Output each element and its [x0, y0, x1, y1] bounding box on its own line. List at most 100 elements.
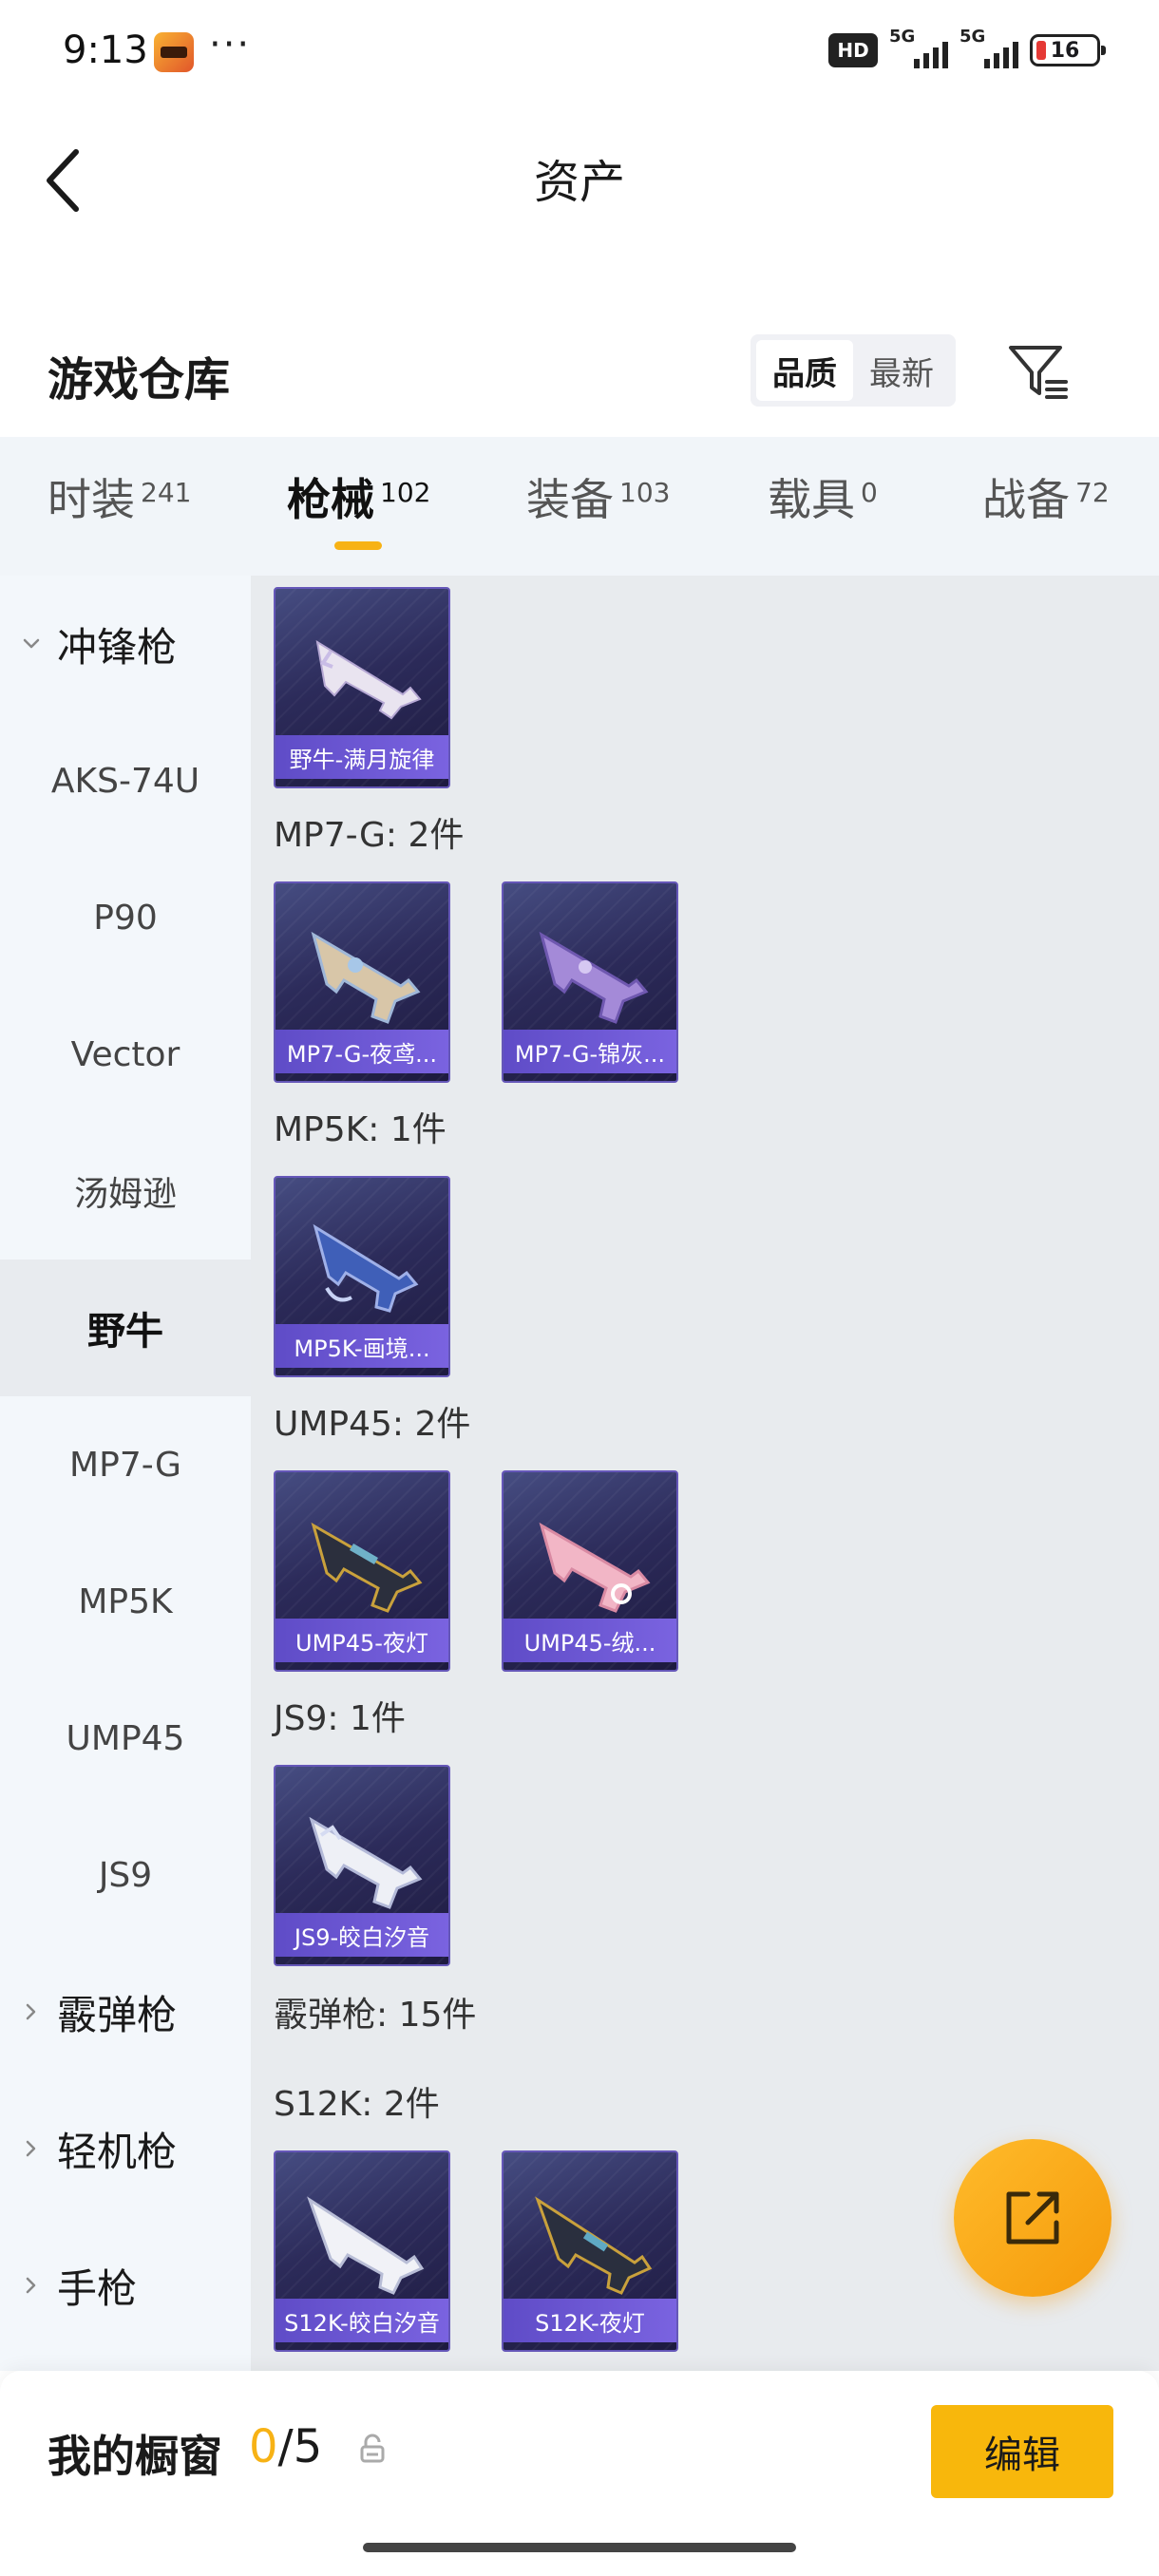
tab-equipment[interactable]: 装备 103: [526, 465, 670, 528]
sidebar-group-smg[interactable]: 冲锋枪: [0, 576, 251, 712]
weapon-skin-card[interactable]: S12K-夜灯: [502, 2150, 678, 2352]
skin-name: 野牛-满月旋律: [276, 735, 448, 779]
section-title: 游戏仓库: [48, 353, 231, 407]
filter-button[interactable]: [1005, 340, 1072, 403]
nav-bar: 资产: [0, 104, 1159, 247]
tab-count: 0: [861, 477, 878, 508]
sidebar-item-label: UMP45: [66, 1718, 185, 1758]
tab-count: 72: [1075, 477, 1110, 508]
edit-button[interactable]: 编辑: [931, 2405, 1113, 2498]
signal-icon-2: 5G: [960, 27, 1018, 68]
ump45-weapon-image: [539, 1522, 651, 1613]
sidebar-item-label: JS9: [98, 1855, 153, 1895]
weapon-skin-card[interactable]: MP7-G-锦灰...: [502, 881, 678, 1083]
lock-icon: [360, 2434, 385, 2463]
group-label-js9: JS9: 1件: [274, 1699, 406, 1738]
tab-vehicles[interactable]: 载具 0: [768, 465, 878, 528]
sidebar-item-thompson[interactable]: 汤姆逊: [0, 1123, 251, 1260]
chevron-right-icon: [26, 2140, 36, 2157]
weapon-skin-card[interactable]: UMP45-绒...: [502, 1470, 678, 1672]
ump45-weapon-image: [311, 1522, 423, 1613]
sidebar-item-mp5k[interactable]: MP5K: [0, 1533, 251, 1670]
skin-name: S12K-皎白汐音: [276, 2299, 448, 2342]
skin-name: JS9-皎白汐音: [276, 1913, 448, 1957]
signal-icon-1: 5G: [889, 27, 948, 68]
group-label-mp5k: MP5K: 1件: [274, 1110, 446, 1149]
status-bar: 9:13 ··· HD 5G 5G 16: [0, 0, 1159, 104]
sidebar-item-label: MP5K: [78, 1582, 173, 1621]
tab-combat-gear[interactable]: 战备 72: [982, 465, 1110, 528]
share-fab-button[interactable]: [954, 2139, 1112, 2297]
status-time: 9:13: [63, 28, 148, 72]
skin-name: S12K-夜灯: [504, 2299, 676, 2342]
status-indicators: HD 5G 5G 16: [828, 27, 1106, 68]
mp7g-weapon-image: [311, 931, 421, 1024]
weapon-skin-card[interactable]: JS9-皎白汐音: [274, 1765, 450, 1966]
weapon-skin-card[interactable]: S12K-皎白汐音: [274, 2150, 450, 2352]
battery-level: 16: [1050, 38, 1080, 63]
tab-label: 时装: [48, 474, 135, 525]
sidebar-item-label: 手枪: [57, 2264, 138, 2312]
showcase-current: 0: [249, 2420, 278, 2473]
weapon-skin-card[interactable]: MP5K-画境...: [274, 1176, 450, 1377]
sidebar-item-label: 野牛: [87, 1310, 163, 1354]
network-type-1: 5G: [889, 27, 916, 47]
bizon-weapon-image: [315, 639, 422, 720]
sidebar-item-label: AKS-74U: [50, 761, 200, 801]
skin-name: UMP45-绒...: [504, 1619, 676, 1662]
tab-label: 载具: [768, 474, 855, 525]
sort-toggle: 品质 最新: [750, 334, 956, 407]
tab-fashion[interactable]: 时装 241: [48, 465, 191, 528]
s12k-weapon-image: [535, 2196, 653, 2295]
sidebar-item-aks74u[interactable]: AKS-74U: [0, 712, 251, 849]
chevron-right-icon: [26, 2003, 36, 2020]
more-notifications-icon: ···: [209, 23, 252, 66]
sidebar-group-lmg[interactable]: 轻机枪: [0, 2080, 251, 2217]
sidebar-item-ump45[interactable]: UMP45: [0, 1670, 251, 1807]
filter-icon: [1009, 346, 1068, 399]
chevron-right-icon: [26, 2277, 36, 2294]
showcase-title: 我的橱窗: [48, 2431, 222, 2482]
section-header: 游戏仓库 品质 最新: [0, 313, 1159, 427]
sidebar-group-pistol[interactable]: 手枪: [0, 2217, 251, 2354]
sidebar-item-label: 霰弹枪: [57, 1991, 178, 2038]
skin-name: MP7-G-夜鸢...: [276, 1030, 448, 1073]
sidebar-item-bizon[interactable]: 野牛: [0, 1260, 251, 1396]
sidebar-item-js9[interactable]: JS9: [0, 1807, 251, 1943]
group-label-ump45: UMP45: 2件: [274, 1405, 471, 1444]
battery-icon: 16: [1030, 34, 1106, 66]
skin-name: UMP45-夜灯: [276, 1619, 448, 1662]
tab-firearms[interactable]: 枪械 102: [287, 465, 430, 528]
sort-quality-button[interactable]: 品质: [756, 340, 853, 401]
tab-label: 装备: [526, 474, 614, 525]
weapon-skin-card[interactable]: MP7-G-夜鸢...: [274, 881, 450, 1083]
hd-voice-icon: HD: [828, 33, 878, 67]
skin-name: MP7-G-锦灰...: [504, 1030, 676, 1073]
skin-name: MP5K-画境...: [276, 1324, 448, 1368]
tab-count: 241: [141, 477, 192, 508]
sidebar-item-vector[interactable]: Vector: [0, 986, 251, 1123]
home-indicator[interactable]: [363, 2543, 796, 2552]
weapon-skin-card[interactable]: UMP45-夜灯: [274, 1470, 450, 1672]
s12k-weapon-image: [307, 2196, 425, 2295]
chevron-down-icon: [23, 638, 40, 649]
category-tabs: 时装 241 枪械 102 装备 103 载具 0 战备 72: [0, 437, 1159, 576]
tab-count: 102: [380, 477, 431, 508]
sidebar-item-label: 汤姆逊: [73, 1175, 177, 1214]
weapon-category-sidebar: 冲锋枪 AKS-74U P90 Vector 汤姆逊 野牛 MP7-G MP5K…: [0, 576, 251, 2371]
mp5k-weapon-image: [313, 1223, 419, 1313]
js9-weapon-image: [309, 1816, 423, 1909]
sidebar-item-label: 轻机枪: [57, 2128, 178, 2175]
weapon-skin-card[interactable]: 野牛-满月旋律: [274, 587, 450, 788]
sidebar-item-label: 冲锋枪: [57, 623, 178, 671]
game-app-icon: [154, 32, 194, 72]
showcase-count: 0/5: [249, 2420, 322, 2473]
sidebar-item-mp7g[interactable]: MP7-G: [0, 1396, 251, 1533]
page-title: 资产: [533, 156, 625, 209]
external-share-icon: [1006, 2191, 1059, 2245]
sidebar-item-label: MP7-G: [69, 1445, 181, 1485]
sidebar-item-p90[interactable]: P90: [0, 849, 251, 986]
group-label-mp7g: MP7-G: 2件: [274, 816, 465, 855]
sort-newest-button[interactable]: 最新: [853, 340, 950, 401]
sidebar-group-shotgun[interactable]: 霰弹枪: [0, 1943, 251, 2080]
